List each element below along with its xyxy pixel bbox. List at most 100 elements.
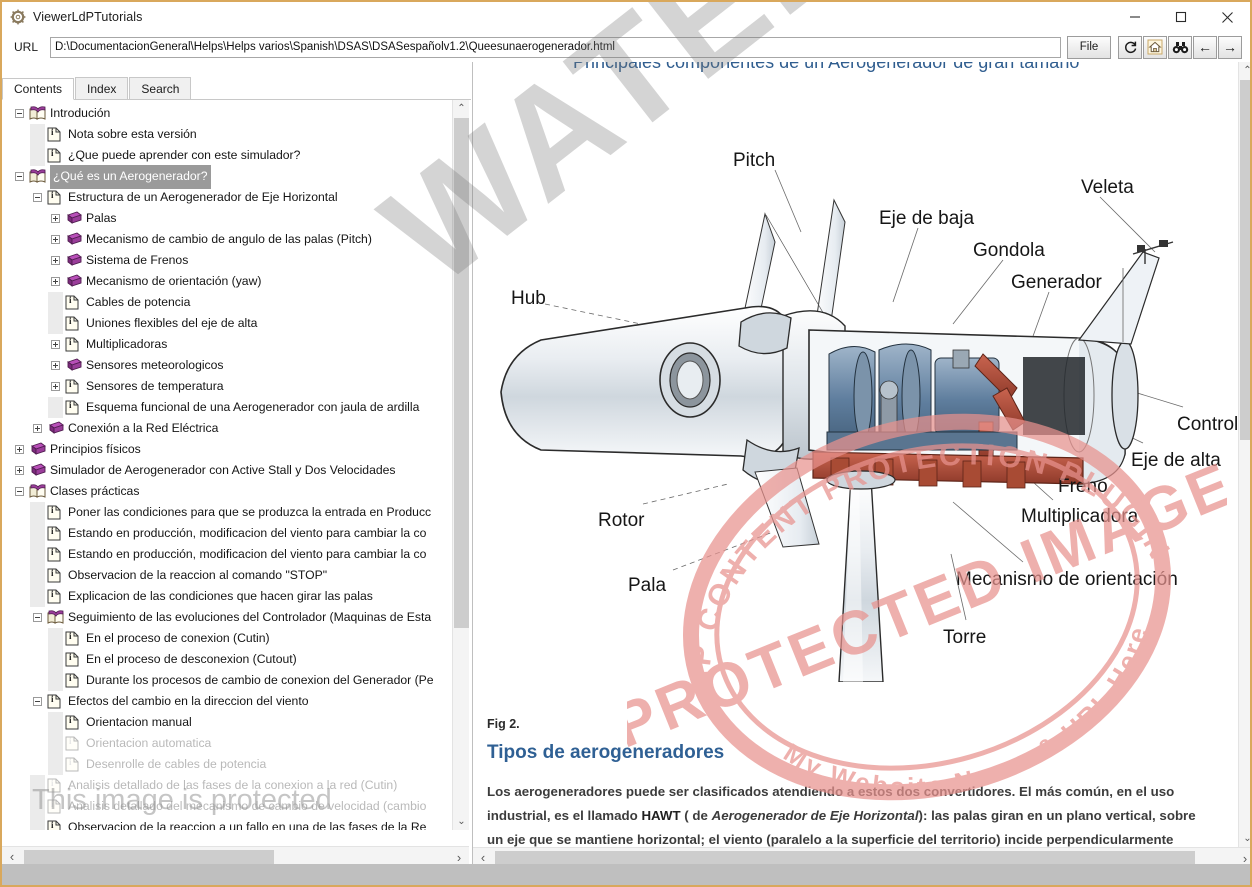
url-input[interactable] — [50, 36, 1061, 58]
book-closed-icon — [63, 271, 83, 292]
tree-expand-toggle[interactable] — [48, 376, 63, 397]
home-icon[interactable] — [1143, 35, 1167, 59]
tree-item[interactable]: Sensores meteorologicos — [2, 355, 452, 376]
tree-expand-toggle[interactable] — [48, 229, 63, 250]
tree-expand-toggle[interactable] — [48, 208, 63, 229]
tree-expand-toggle[interactable] — [30, 418, 45, 439]
scroll-up-arrow[interactable]: ⌃ — [453, 100, 470, 117]
tree-item[interactable]: i Observacion de la reaccion al comando "… — [2, 565, 452, 586]
tree-connector — [48, 628, 63, 649]
tree-expand-toggle[interactable] — [48, 355, 63, 376]
tab-search[interactable]: Search — [129, 77, 192, 99]
figure-label: Multiplicadora — [1021, 506, 1139, 527]
tree-expand-toggle[interactable] — [48, 334, 63, 355]
minimize-button[interactable] — [1112, 2, 1158, 32]
tree-item-label: Multiplicadoras — [86, 337, 168, 351]
tree-item[interactable]: i Efectos del cambio en la direccion del … — [2, 691, 452, 712]
tab-contents[interactable]: Contents — [2, 78, 75, 100]
tree-hscroll-thumb[interactable] — [24, 850, 274, 864]
tree-collapse-toggle[interactable] — [30, 691, 45, 712]
tree-item[interactable]: Mecanismo de cambio de angulo de las pal… — [2, 229, 452, 250]
tree-vertical-scrollbar[interactable]: ⌃ ⌄ — [452, 100, 469, 830]
tree-item-label: Conexión a la Red Eléctrica — [68, 421, 219, 435]
document-vertical-scrollbar[interactable]: ⌃ ⌄ — [1238, 62, 1250, 847]
tree-item[interactable]: i Nota sobre esta versión — [2, 124, 452, 145]
binoculars-icon[interactable] — [1168, 35, 1192, 59]
maximize-button[interactable] — [1158, 2, 1204, 32]
tree-item[interactable]: Principios físicos — [2, 439, 452, 460]
tree-collapse-toggle[interactable] — [12, 103, 27, 124]
tree-item[interactable]: i Orientacion automatica — [2, 733, 452, 754]
plus-icon — [51, 277, 60, 286]
tree-item[interactable]: i Estructura de un Aerogenerador de Eje H… — [2, 187, 452, 208]
tree-item[interactable]: i Explicacion de las condiciones que hace… — [2, 586, 452, 607]
tree-item-label: Durante los procesos de cambio de conexi… — [86, 673, 434, 687]
back-button[interactable]: ← — [1193, 35, 1217, 59]
doc-scroll-up-arrow[interactable]: ⌃ — [1239, 62, 1250, 79]
tree-item[interactable]: i Cables de potencia — [2, 292, 452, 313]
tree-item-label: Desenrolle de cables de potencia — [86, 757, 267, 771]
plus-icon — [15, 466, 24, 475]
figure-label: Pala — [628, 575, 667, 596]
tree-item[interactable]: i Desenrolle de cables de potencia — [2, 754, 452, 775]
tree-item[interactable]: Conexión a la Red Eléctrica — [2, 418, 452, 439]
tree-expand-toggle[interactable] — [48, 271, 63, 292]
tree-item[interactable]: i ¿Que puede aprender con este simulador? — [2, 145, 452, 166]
forward-button[interactable]: → — [1218, 35, 1242, 59]
tree-connector — [48, 733, 63, 754]
file-button[interactable]: File — [1067, 35, 1111, 59]
book-closed-icon — [63, 250, 83, 271]
plus-icon — [51, 340, 60, 349]
tree-item[interactable]: i En el proceso de desconexion (Cutout) — [2, 649, 452, 670]
figure-label: Freno — [1058, 476, 1108, 497]
tree-item[interactable]: Seguimiento de las evoluciones del Contr… — [2, 607, 452, 628]
refresh-icon[interactable] — [1118, 35, 1142, 59]
tree-item[interactable]: ¿Qué es un Aerogenerador? — [2, 164, 452, 189]
tree-scroll-thumb[interactable] — [454, 118, 469, 628]
tree-expand-toggle[interactable] — [48, 250, 63, 271]
tree-connector — [48, 670, 63, 691]
tree-collapse-toggle[interactable] — [12, 481, 27, 502]
tree-item[interactable]: Sistema de Frenos — [2, 250, 452, 271]
doc-scroll-down-arrow[interactable]: ⌄ — [1239, 830, 1250, 847]
tree-item-label: Principios físicos — [50, 442, 141, 456]
tree-item[interactable]: i Analisis detallado de las fases de la c… — [2, 775, 452, 796]
tree-item[interactable]: i Orientacion manual — [2, 712, 452, 733]
tree-item[interactable]: i Observacion de la reaccion a un fallo e… — [2, 817, 452, 830]
tree-expand-toggle[interactable] — [12, 460, 27, 481]
tree-item[interactable]: i Estando en producción, modificacion del… — [2, 544, 452, 565]
plus-icon — [51, 256, 60, 265]
tree-item[interactable]: Simulador de Aerogenerador con Active St… — [2, 460, 452, 481]
tree-item[interactable]: i Esquema funcional de una Aerogenerador … — [2, 397, 452, 418]
tree-connector — [30, 796, 45, 817]
tab-index[interactable]: Index — [75, 77, 129, 99]
close-button[interactable] — [1204, 2, 1250, 32]
doc-scroll-thumb[interactable] — [1240, 80, 1250, 440]
tree-item[interactable]: i Durante los procesos de cambio de conex… — [2, 670, 452, 691]
tree-item[interactable]: i Estando en producción, modificacion del… — [2, 523, 452, 544]
tree-item[interactable]: Mecanismo de orientación (yaw) — [2, 271, 452, 292]
tree-horizontal-scrollbar[interactable]: ‹ › — [2, 846, 469, 866]
tree-expand-toggle[interactable] — [12, 439, 27, 460]
nav-tabs: Contents Index Search — [2, 77, 471, 100]
doc-hscroll-thumb[interactable] — [495, 851, 1195, 865]
tree-item[interactable]: i Uniones flexibles del eje de alta — [2, 313, 452, 334]
tree-item[interactable]: i Analisis detallado del mecanismo de cam… — [2, 796, 452, 817]
tree-connector — [48, 754, 63, 775]
tree-item[interactable]: i Sensores de temperatura — [2, 376, 452, 397]
page-info-icon: i — [45, 544, 65, 565]
tree-collapse-toggle[interactable] — [30, 607, 45, 628]
tree-collapse-toggle[interactable] — [30, 187, 45, 208]
contents-tree[interactable]: Introdución i Nota sobre esta versión i ¿Q… — [2, 100, 452, 830]
tree-item[interactable]: Clases prácticas — [2, 481, 452, 502]
tree-item[interactable]: Introdución — [2, 103, 452, 124]
scroll-down-arrow[interactable]: ⌄ — [453, 813, 470, 830]
tree-item[interactable]: i Poner las condiciones para que se produ… — [2, 502, 452, 523]
tree-item[interactable]: i Multiplicadoras — [2, 334, 452, 355]
tree-item[interactable]: i En el proceso de conexion (Cutin) — [2, 628, 452, 649]
tree-item[interactable]: Palas — [2, 208, 452, 229]
tree-collapse-toggle[interactable] — [12, 166, 27, 187]
contents-tree-container: Introdución i Nota sobre esta versión i ¿Q… — [2, 100, 471, 885]
tree-item-label: Sensores meteorologicos — [86, 358, 224, 372]
page-info-icon: i — [63, 754, 83, 775]
